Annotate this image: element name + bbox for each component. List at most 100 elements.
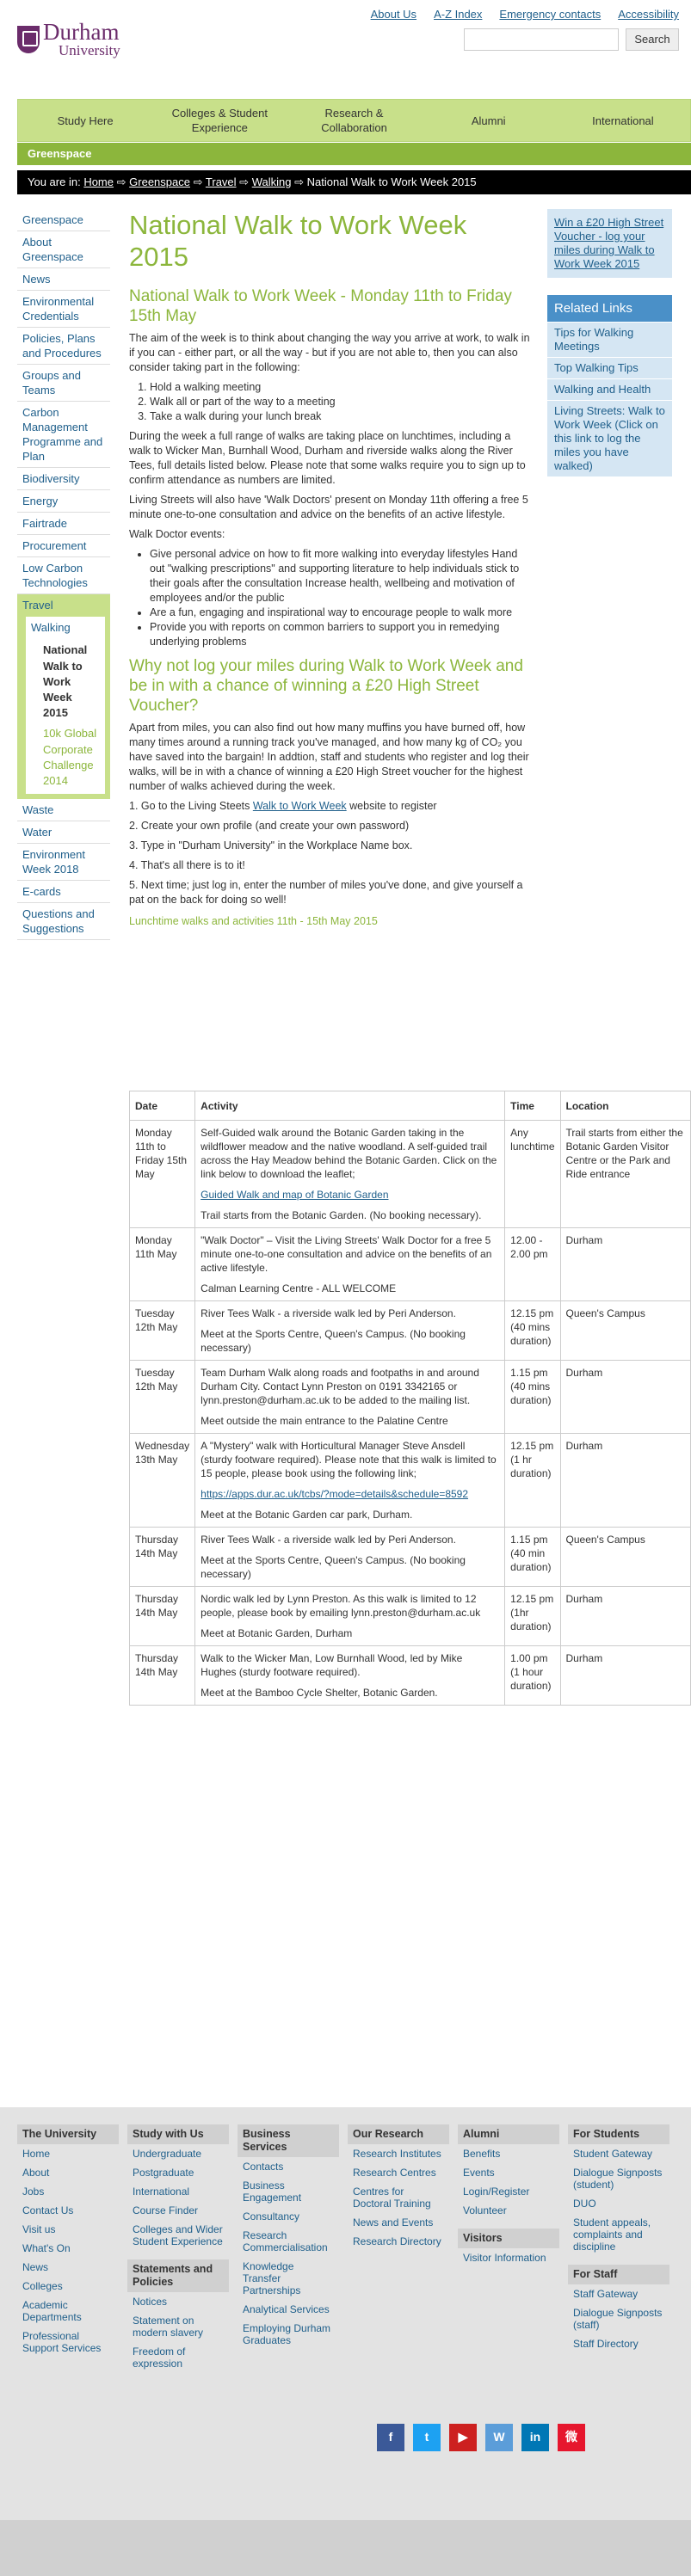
sidebar-link[interactable]: E-cards: [22, 885, 61, 898]
related-link[interactable]: Top Walking Tips: [554, 361, 639, 374]
footer-link[interactable]: DUO: [573, 2198, 596, 2210]
footer-link[interactable]: Course Finder: [133, 2204, 198, 2216]
accessibility-link[interactable]: Accessibility: [618, 7, 679, 22]
sidebar-item-biodiversity[interactable]: Biodiversity: [17, 468, 110, 490]
footer-link[interactable]: Home: [22, 2148, 50, 2160]
footer-link[interactable]: Staff Gateway: [573, 2288, 638, 2300]
nav-alumni[interactable]: Alumni: [422, 100, 556, 141]
sidebar-link[interactable]: News: [22, 273, 51, 286]
sidebar-item-greenspace[interactable]: Greenspace: [17, 209, 110, 231]
activity-link[interactable]: Guided Walk and map of Botanic Garden: [201, 1189, 388, 1201]
related-link[interactable]: Living Streets: Walk to Work Week (Click…: [554, 404, 665, 472]
sidebar-item-about-greenspace[interactable]: About Greenspace: [17, 231, 110, 268]
sidebar-item-environmental-credentials[interactable]: Environmental Credentials: [17, 291, 110, 328]
sidebar-item-environment-week-2018[interactable]: Environment Week 2018: [17, 844, 110, 882]
breadcrumb-home[interactable]: Home: [83, 175, 114, 188]
sidebar-item-travel[interactable]: Travel: [17, 594, 110, 618]
sidebar-item-energy[interactable]: Energy: [17, 490, 110, 513]
sidebar-item-water[interactable]: Water: [17, 821, 110, 845]
a-z-index-link[interactable]: A-Z Index: [434, 7, 482, 22]
sidebar-link[interactable]: Environmental Credentials: [22, 295, 94, 323]
durham-logo[interactable]: Durham University: [17, 21, 120, 58]
sidebar-link[interactable]: Environment Week 2018: [22, 848, 85, 876]
footer-link[interactable]: Academic Departments: [22, 2299, 82, 2323]
sidebar-item-carbon-management-programme-and-plan[interactable]: Carbon Management Programme and Plan: [17, 402, 110, 468]
footer-link[interactable]: Knowledge Transfer Partnerships: [243, 2260, 300, 2296]
youtube-icon[interactable]: ▶: [449, 2424, 477, 2451]
footer-link[interactable]: Research Institutes: [353, 2148, 441, 2160]
related-link[interactable]: Walking and Health: [554, 383, 651, 396]
sidebar-item-procurement[interactable]: Procurement: [17, 535, 110, 557]
weibo-icon[interactable]: 微: [558, 2424, 585, 2451]
nav-research[interactable]: Research & Collaboration: [287, 100, 421, 141]
footer-link[interactable]: News and Events: [353, 2216, 433, 2229]
sidebar-item-fairtrade[interactable]: Fairtrade: [17, 513, 110, 535]
linkedin-icon[interactable]: in: [521, 2424, 549, 2451]
walk-to-work-link[interactable]: Walk to Work Week: [253, 800, 347, 812]
sidebar-item-walking[interactable]: Walking: [26, 617, 105, 640]
footer-link[interactable]: About: [22, 2167, 49, 2179]
footer-link[interactable]: Colleges: [22, 2280, 63, 2292]
sidebar-item-groups-and-teams[interactable]: Groups and Teams: [17, 365, 110, 402]
sidebar-item-10k-challenge[interactable]: 10k Global Corporate Challenge 2014: [43, 726, 100, 794]
emergency-contacts-link[interactable]: Emergency contacts: [499, 7, 601, 22]
wordpress-icon[interactable]: W: [485, 2424, 513, 2451]
footer-link[interactable]: Research Directory: [353, 2235, 441, 2247]
footer-link[interactable]: Freedom of expression: [133, 2345, 185, 2370]
sidebar-link[interactable]: Fairtrade: [22, 517, 67, 530]
footer-link[interactable]: Contacts: [243, 2161, 283, 2173]
footer-link[interactable]: Visitor Information: [463, 2252, 546, 2264]
footer-link[interactable]: Consultancy: [243, 2210, 299, 2222]
sidebar-item-questions-and-suggestions[interactable]: Questions and Suggestions: [17, 903, 110, 941]
footer-link[interactable]: Student Gateway: [573, 2148, 652, 2160]
sidebar-item-low-carbon-technologies[interactable]: Low Carbon Technologies: [17, 557, 110, 594]
footer-link[interactable]: Research Commercialisation: [243, 2229, 328, 2253]
nav-study-here[interactable]: Study Here: [18, 100, 152, 141]
search-input[interactable]: [464, 28, 619, 51]
about-us-link[interactable]: About Us: [371, 7, 416, 22]
search-button[interactable]: Search: [626, 28, 679, 51]
breadcrumb-walking[interactable]: Walking: [252, 175, 292, 188]
sidebar-link[interactable]: Policies, Plans and Procedures: [22, 332, 102, 360]
footer-link[interactable]: Analytical Services: [243, 2303, 330, 2315]
breadcrumb-travel[interactable]: Travel: [206, 175, 237, 188]
sidebar-link[interactable]: Biodiversity: [22, 472, 79, 485]
sidebar-link[interactable]: Questions and Suggestions: [22, 907, 95, 935]
sidebar-item-waste[interactable]: Waste: [17, 799, 110, 822]
footer-link[interactable]: What's On: [22, 2242, 71, 2254]
footer-link[interactable]: Postgraduate: [133, 2167, 194, 2179]
nav-international[interactable]: International: [556, 100, 690, 141]
footer-link[interactable]: Notices: [133, 2296, 167, 2308]
related-link[interactable]: Tips for Walking Meetings: [554, 326, 633, 353]
footer-link[interactable]: Contact Us: [22, 2204, 73, 2216]
footer-link[interactable]: Colleges and Wider Student Experience: [133, 2223, 223, 2247]
footer-link[interactable]: Dialogue Signposts (student): [573, 2167, 662, 2191]
footer-link[interactable]: Staff Directory: [573, 2338, 639, 2350]
twitter-icon[interactable]: t: [413, 2424, 441, 2451]
footer-link[interactable]: Centres for Doctoral Training: [353, 2186, 431, 2210]
footer-link[interactable]: Login/Register: [463, 2186, 529, 2198]
activity-link[interactable]: https://apps.dur.ac.uk/tcbs/?mode=detail…: [201, 1488, 468, 1500]
footer-link[interactable]: Volunteer: [463, 2204, 507, 2216]
facebook-icon[interactable]: f: [377, 2424, 404, 2451]
sidebar-link[interactable]: Low Carbon Technologies: [22, 562, 88, 589]
footer-link[interactable]: Events: [463, 2167, 495, 2179]
sidebar-link[interactable]: Procurement: [22, 539, 86, 552]
footer-link[interactable]: Benefits: [463, 2148, 500, 2160]
footer-link[interactable]: Business Engagement: [243, 2179, 301, 2204]
voucher-link[interactable]: Win a £20 High Street Voucher - log your…: [554, 216, 663, 270]
sidebar-link[interactable]: Greenspace: [22, 213, 83, 226]
section-title[interactable]: Greenspace: [17, 143, 691, 165]
nav-colleges[interactable]: Colleges & Student Experience: [152, 100, 287, 141]
sidebar-link[interactable]: About Greenspace: [22, 236, 83, 263]
footer-link[interactable]: International: [133, 2186, 189, 2198]
sidebar-item-current[interactable]: National Walk to Work Week 2015: [43, 642, 100, 726]
footer-link[interactable]: Student appeals, complaints and discipli…: [573, 2216, 651, 2253]
footer-link[interactable]: Research Centres: [353, 2167, 436, 2179]
sidebar-link[interactable]: Groups and Teams: [22, 369, 81, 397]
sidebar-item-policies-plans-and-procedures[interactable]: Policies, Plans and Procedures: [17, 328, 110, 365]
footer-link[interactable]: Employing Durham Graduates: [243, 2322, 330, 2346]
sidebar-link[interactable]: Energy: [22, 495, 58, 507]
sidebar-item-e-cards[interactable]: E-cards: [17, 881, 110, 904]
footer-link[interactable]: Dialogue Signposts (staff): [573, 2307, 662, 2331]
